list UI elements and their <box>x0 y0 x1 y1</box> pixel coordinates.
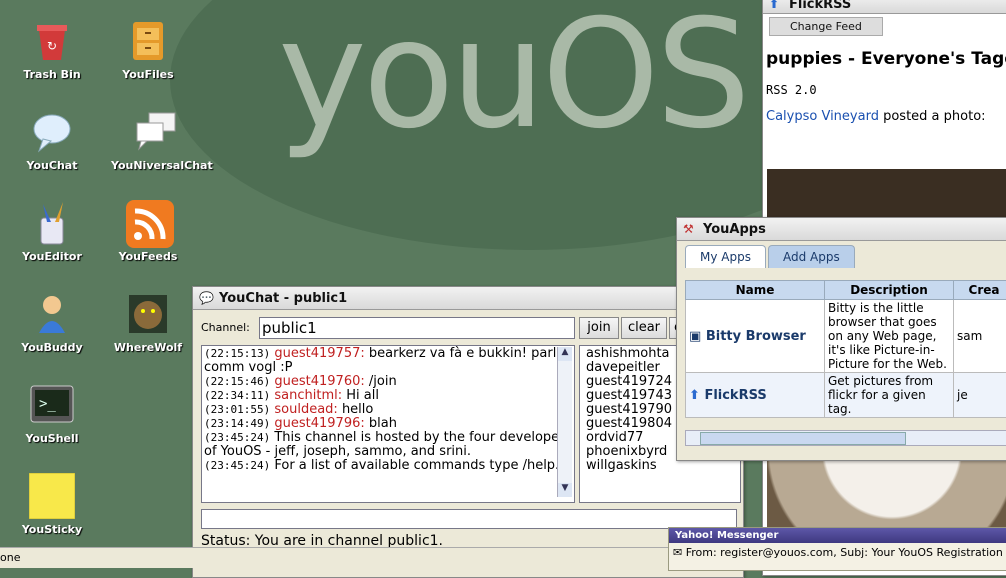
rss-feed-icon <box>125 200 171 246</box>
toast-message[interactable]: ✉ From: register@youos.com, Subj: Your Y… <box>669 543 1006 562</box>
clear-button[interactable]: clear <box>621 317 667 339</box>
pencil-cup-icon <box>29 200 75 246</box>
sticky-note-icon <box>29 473 75 519</box>
message: (22:15:46) guest419760: /join <box>204 375 572 389</box>
desktop-icon-label: YouNiversalChat <box>111 159 201 172</box>
app-creator-cell: je <box>954 373 1006 418</box>
feed-item-desc: Calypso Vineyard posted a photo: <box>766 109 1006 124</box>
youchat-titlebar[interactable]: 💬 YouChat - public1 <box>193 287 743 310</box>
trash-icon: ↻ <box>29 18 75 64</box>
column-header[interactable]: Crea <box>954 281 1006 300</box>
app-name-cell[interactable]: ▣ Bitty Browser <box>686 300 825 373</box>
youapps-icon: ⚒ <box>683 218 697 240</box>
message: (23:14:49) guest419796: blah <box>204 417 572 431</box>
youapps-window[interactable]: ⚒ YouApps My AppsAdd Apps Name Descriptio… <box>676 217 1006 461</box>
window-title: FlickRSS <box>789 0 851 12</box>
yahoo-messenger-toast[interactable]: Yahoo! Messenger ✉ From: register@youos.… <box>668 527 1006 571</box>
scroll-up-icon[interactable]: ▲ <box>558 347 572 361</box>
flickrss-icon: ⬆ <box>689 388 700 403</box>
desktop-icon-label: YouBuddy <box>7 341 97 354</box>
browser-status-bar: one <box>0 547 668 568</box>
app-name-cell[interactable]: ⬆ FlickRSS <box>686 373 825 418</box>
desktop-icon-label: Trash Bin <box>7 68 97 81</box>
toast-title: Yahoo! Messenger <box>669 528 1006 543</box>
desktop-icon-youfiles[interactable]: YouFiles <box>103 18 193 81</box>
desktop-icon-label: YouEditor <box>7 250 97 263</box>
app-name: Bitty Browser <box>706 329 806 344</box>
youapps-tabs: My AppsAdd Apps <box>677 241 1006 273</box>
apps-hscrollbar[interactable] <box>685 430 1006 446</box>
desktop-icon-youshell[interactable]: >_ YouShell <box>7 382 97 445</box>
message: (22:15:13) guest419757: bearkerz va fà e… <box>204 347 572 375</box>
window-title: YouApps <box>703 222 766 237</box>
envelope-icon: ✉ <box>673 546 682 559</box>
flickrss-titlebar[interactable]: ⬆ FlickRSS <box>763 0 1006 14</box>
author-link[interactable]: Calypso Vineyard <box>766 109 879 124</box>
posted-text: posted a photo: <box>883 109 985 124</box>
desktop-icon-label: WhereWolf <box>103 341 193 354</box>
desktop-icon-label: YouChat <box>7 159 97 172</box>
desktop-icon-youeditor[interactable]: YouEditor <box>7 200 97 263</box>
message-log[interactable]: (22:15:13) guest419757: bearkerz va fà e… <box>201 345 575 503</box>
table-row[interactable]: ⬆ FlickRSS Get pictures from flickr for … <box>686 373 1006 418</box>
channel-input[interactable]: public1 <box>259 317 575 339</box>
desktop-icon-trash[interactable]: ↻ Trash Bin <box>7 18 97 81</box>
message: (23:01:55) souldead: hello <box>204 403 572 417</box>
desktop-icon-youbuddy[interactable]: YouBuddy <box>7 291 97 354</box>
youapps-titlebar[interactable]: ⚒ YouApps <box>677 218 1006 241</box>
column-header[interactable]: Name <box>686 281 825 300</box>
tab-add-apps[interactable]: Add Apps <box>768 245 855 268</box>
change-feed-button[interactable]: Change Feed <box>769 17 883 36</box>
browser-icon: ▣ <box>689 329 701 344</box>
chat-message-input[interactable] <box>201 509 737 529</box>
desktop-icon-youchat[interactable]: YouChat <box>7 109 97 172</box>
app-name: FlickRSS <box>704 388 766 403</box>
desktop-icon-yousticky[interactable]: YouSticky <box>7 473 97 536</box>
message: (23:45:24) For a list of available comma… <box>204 459 572 473</box>
scroll-thumb[interactable] <box>700 432 906 445</box>
message-scrollbar[interactable]: ▲ ▼ <box>557 347 572 497</box>
svg-text:>_: >_ <box>39 396 56 412</box>
column-header[interactable]: Description <box>825 281 954 300</box>
desktop-icon-label: YouFiles <box>103 68 193 81</box>
desktop-icon-wherewolf[interactable]: WhereWolf <box>103 291 193 354</box>
desktop-icon-youniversalchat[interactable]: YouNiversalChat <box>111 109 201 172</box>
message: (23:45:24) This channel is hosted by the… <box>204 431 572 459</box>
multi-chat-icon <box>133 109 179 155</box>
chat-bubble-icon: 💬 <box>199 287 213 309</box>
terminal-icon: >_ <box>29 382 75 428</box>
app-creator-cell: sam <box>954 300 1006 373</box>
desktop-icon-youfeeds[interactable]: YouFeeds <box>103 200 193 263</box>
desktop-icon-label: YouShell <box>7 432 97 445</box>
buddy-icon <box>29 291 75 337</box>
youchat-window[interactable]: 💬 YouChat - public1 Channel: public1 join… <box>192 286 744 578</box>
svg-text:↻: ↻ <box>47 39 57 53</box>
window-title: YouChat - public1 <box>219 291 347 306</box>
feed-title: puppies - Everyone's Tagged Photos <box>766 50 1006 69</box>
desktop-icon-label: YouFeeds <box>103 250 193 263</box>
desktop-logo: youOS <box>278 0 747 150</box>
flickrss-icon: ⬆ <box>769 0 783 13</box>
table-header-row: Name Description Crea <box>686 281 1006 300</box>
channel-label: Channel: <box>201 321 250 334</box>
table-row[interactable]: ▣ Bitty Browser Bitty is the little brow… <box>686 300 1006 373</box>
chat-bubble-icon <box>29 109 75 155</box>
app-desc-cell: Bitty is the little browser that goes on… <box>825 300 954 373</box>
app-desc-cell: Get pictures from flickr for a given tag… <box>825 373 954 418</box>
join-button[interactable]: join <box>579 317 619 339</box>
werewolf-icon <box>125 291 171 337</box>
message: (22:34:11) sanchitml: Hi all <box>204 389 572 403</box>
apps-table: Name Description Crea ▣ Bitty Browser Bi… <box>685 280 1006 418</box>
desktop-icon-label: YouSticky <box>7 523 97 536</box>
user-list-item[interactable]: willgaskins <box>586 459 734 473</box>
scroll-down-icon[interactable]: ▼ <box>558 483 572 497</box>
rss-version: RSS 2.0 <box>766 83 1006 97</box>
channel-row: Channel: public1 join clear c <box>201 317 741 341</box>
filing-cabinet-icon <box>125 18 171 64</box>
tab-my-apps[interactable]: My Apps <box>685 245 766 268</box>
